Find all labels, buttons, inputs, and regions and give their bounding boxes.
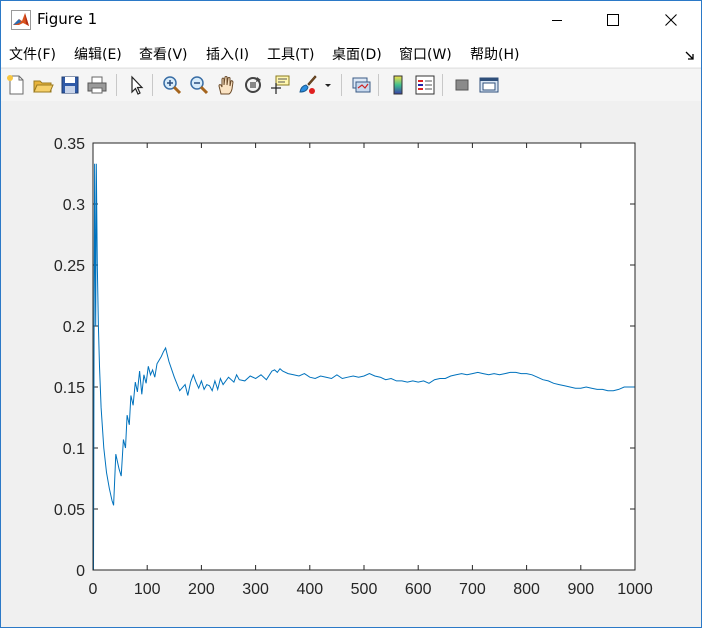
x-tick-label: 0 [89,581,98,598]
y-tick-label: 0.1 [63,441,85,458]
x-tick-label: 900 [567,581,594,598]
menu-bar: 文件(F) 编辑(E) 查看(V) 插入(I) 工具(T) 桌面(D) 窗口(W… [1,39,701,67]
menu-view[interactable]: 查看(V) [139,44,188,64]
new-figure-icon[interactable] [5,74,27,96]
brush-dropdown-icon[interactable] [323,74,333,96]
title-bar[interactable]: Figure 1 [1,1,701,39]
dock-arrow-icon[interactable] [685,46,695,65]
open-file-icon[interactable] [32,74,54,96]
menu-edit[interactable]: 编辑(E) [74,44,122,64]
x-tick-label: 600 [405,581,432,598]
maximize-button[interactable] [584,1,642,39]
x-tick-label: 1000 [617,581,653,598]
figure-window: Figure 1 文件(F) 编辑(E) 查看(V) 插入(I) 工具(T) 桌… [0,0,702,628]
y-tick-label: 0.25 [54,258,85,275]
figure-canvas: 0 100 200 300 400 500 600 700 800 900 1000 0 0.05 0.1… [1,101,701,627]
y-tick-label: 0.05 [54,502,85,519]
link-plot-icon[interactable] [350,74,372,96]
menu-file[interactable]: 文件(F) [9,44,56,64]
window-title: Figure 1 [37,10,98,28]
zoom-in-icon[interactable] [161,74,183,96]
save-icon[interactable] [59,74,81,96]
pan-hand-icon[interactable] [215,74,237,96]
menu-tools[interactable]: 工具(T) [267,44,314,64]
hide-plot-tools-icon[interactable] [451,74,473,96]
menu-help[interactable]: 帮助(H) [470,44,519,64]
minimize-button[interactable] [528,1,586,39]
rotate-3d-icon[interactable] [242,74,264,96]
close-icon [665,14,677,26]
x-tick-label: 800 [513,581,540,598]
menu-insert[interactable]: 插入(I) [206,44,249,64]
print-icon[interactable] [86,74,108,96]
x-tick-label: 100 [134,581,161,598]
y-tick-label: 0.2 [63,319,85,336]
x-tick-label: 700 [459,581,486,598]
matlab-logo-icon [11,10,31,30]
x-tick-label: 200 [188,581,215,598]
zoom-out-icon[interactable] [188,74,210,96]
close-button[interactable] [642,1,700,39]
menu-window[interactable]: 窗口(W) [399,44,452,64]
y-tick-label: 0.3 [63,197,85,214]
edit-plot-arrow-icon[interactable] [125,74,147,96]
x-tick-label: 500 [351,581,378,598]
legend-icon[interactable] [414,74,436,96]
y-tick-label: 0.15 [54,380,85,397]
y-tick-label: 0.35 [54,136,85,153]
data-cursor-icon[interactable] [269,74,291,96]
x-tick-label: 300 [242,581,269,598]
y-tick-label: 0 [76,563,85,580]
plot-area[interactable] [93,143,635,570]
menu-desktop[interactable]: 桌面(D) [332,44,382,64]
figure-toolbar [1,68,701,102]
minimize-icon [552,20,562,21]
maximize-icon [607,14,619,26]
colorbar-icon[interactable] [387,74,409,96]
brush-icon[interactable] [296,74,318,96]
line-chart[interactable]: 0 100 200 300 400 500 600 700 800 900 1000 0 0.05 0.1… [1,101,701,627]
x-tick-label: 400 [296,581,323,598]
show-plot-tools-icon[interactable] [478,74,500,96]
